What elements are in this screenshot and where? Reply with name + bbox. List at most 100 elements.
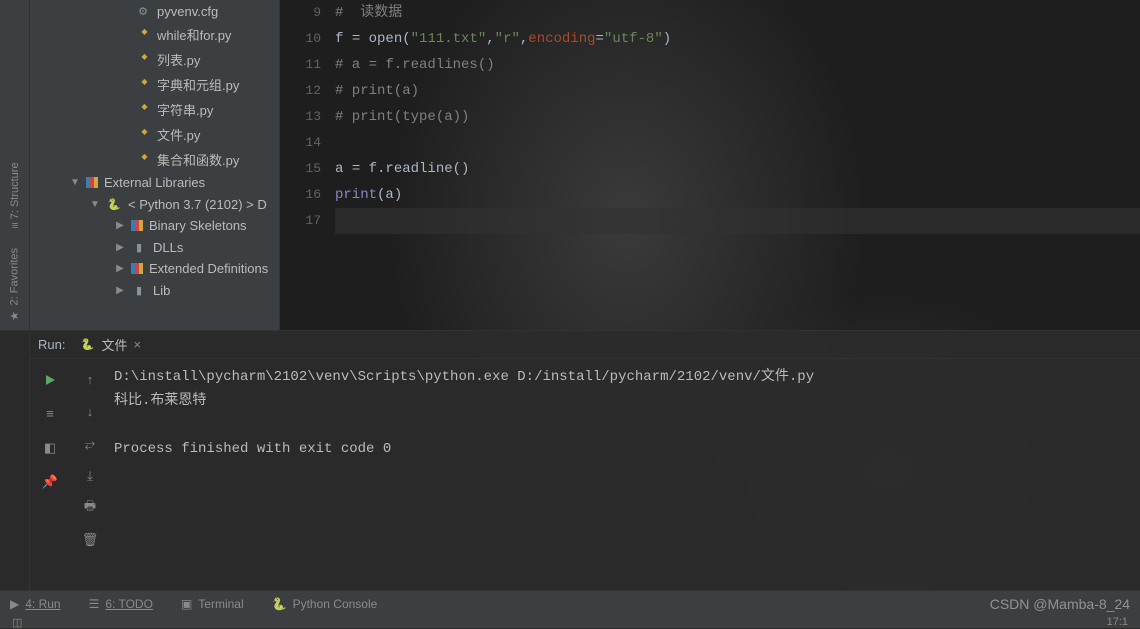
library-icon — [86, 177, 98, 188]
run-console-output[interactable]: D:\install\pycharm\2102\venv\Scripts\pyt… — [110, 359, 1140, 590]
line-number[interactable]: 16 — [280, 182, 321, 208]
line-number[interactable]: 9 — [280, 0, 321, 26]
tree-folder-item[interactable]: ▶ ▮ Lib — [30, 279, 279, 301]
tree-label: Lib — [153, 283, 170, 298]
run-toolbar-left2: ↑ ↓ ⥂ ⤓ 🖶 🗑 — [70, 359, 110, 590]
folder-icon: ▮ — [131, 239, 147, 255]
tree-folder-item[interactable]: ▶Extended Definitions — [30, 258, 279, 279]
run-label: Run: — [38, 337, 65, 352]
line-number[interactable]: 11 — [280, 52, 321, 78]
todo-toolwindow-button[interactable]: ☰6: TODO — [89, 597, 153, 611]
print-button[interactable]: 🖶 — [79, 497, 101, 519]
tree-label: < Python 3.7 (2102) > D — [128, 197, 267, 212]
library-icon — [131, 220, 143, 231]
code-line[interactable]: # a = f.readlines() — [335, 52, 1140, 78]
chevron-right-icon: ▶ — [115, 220, 125, 231]
external-libraries-node[interactable]: ▼ External Libraries — [30, 172, 279, 193]
code-line[interactable]: # 读数据 — [335, 0, 1140, 26]
terminal-toolwindow-button[interactable]: ▣Terminal — [181, 597, 244, 611]
favorites-toolwindow-button[interactable]: ★2: Favorites — [8, 248, 21, 322]
code-line[interactable]: # print(type(a)) — [335, 104, 1140, 130]
cfg-icon: ⚙ — [135, 3, 151, 19]
tree-file-item[interactable]: 文件.py — [30, 122, 279, 147]
run-toolwindow-button[interactable]: ▶4: Run — [10, 597, 61, 611]
line-number[interactable]: 13 — [280, 104, 321, 130]
up-arrow-icon[interactable]: ↑ — [79, 369, 101, 391]
run-tab-label: 文件 — [101, 335, 127, 354]
code-line[interactable] — [335, 130, 1140, 156]
tree-file-item[interactable]: 字符串.py — [30, 97, 279, 122]
py-icon — [135, 52, 151, 68]
caret-position: 17:1 — [1107, 616, 1128, 628]
window-icon[interactable]: ◫ — [12, 616, 22, 629]
code-editor[interactable]: 91011121314151617 # 读数据f = open("111.txt… — [280, 0, 1140, 330]
tree-label: 集合和函数.py — [157, 150, 239, 169]
code-line[interactable] — [335, 208, 1140, 234]
stop-button[interactable]: ≡ — [39, 403, 61, 425]
tree-label: 文件.py — [157, 125, 200, 144]
terminal-icon: ▣ — [181, 597, 192, 611]
close-icon[interactable]: × — [133, 337, 141, 352]
soft-wrap-button[interactable]: ⥂ — [79, 433, 101, 455]
tree-label: while和for.py — [157, 25, 231, 44]
tree-label: pyvenv.cfg — [157, 4, 218, 19]
editor-content[interactable]: # 读数据f = open("111.txt","r",encoding="ut… — [335, 0, 1140, 330]
structure-toolwindow-button[interactable]: ≡7: Structure — [9, 162, 21, 229]
tree-file-item[interactable]: ⚙ pyvenv.cfg — [30, 0, 279, 22]
play-icon: ▶ — [10, 597, 19, 611]
line-number[interactable]: 12 — [280, 78, 321, 104]
tree-label: 字典和元组.py — [157, 75, 239, 94]
code-line[interactable]: a = f.readline() — [335, 156, 1140, 182]
code-line[interactable]: f = open("111.txt","r",encoding="utf-8") — [335, 26, 1140, 52]
chevron-right-icon: ▶ — [115, 242, 125, 253]
library-icon — [131, 263, 143, 274]
editor-gutter[interactable]: 91011121314151617 — [280, 0, 335, 330]
tree-label: External Libraries — [104, 175, 205, 190]
scroll-to-end-button[interactable]: ⤓ — [79, 465, 101, 487]
python-icon: 🐍 — [106, 196, 122, 212]
run-header: Run: 🐍 文件 × — [30, 331, 1140, 359]
run-tool-window: Run: 🐍 文件 × ≡ ◧ 📌 ↑ ↓ — [0, 330, 1140, 590]
down-arrow-icon[interactable]: ↓ — [79, 401, 101, 423]
line-number[interactable]: 14 — [280, 130, 321, 156]
status-bar: ◫ 17:1 — [0, 616, 1140, 628]
run-tab[interactable]: 🐍 文件 × — [73, 333, 147, 356]
run-toolbar-left: ≡ ◧ 📌 — [30, 359, 70, 590]
tree-label: 字符串.py — [157, 100, 213, 119]
tree-label: 列表.py — [157, 50, 200, 69]
line-number[interactable]: 10 — [280, 26, 321, 52]
python-interpreter-node[interactable]: ▼ 🐍 < Python 3.7 (2102) > D — [30, 193, 279, 215]
chevron-down-icon: ▼ — [70, 177, 80, 188]
watermark: CSDN @Mamba-8_24 — [990, 596, 1130, 612]
py-icon — [135, 152, 151, 168]
bottom-tool-bar: ▶4: Run ☰6: TODO ▣Terminal 🐍Python Conso… — [0, 590, 1140, 616]
tree-label: Binary Skeletons — [149, 218, 247, 233]
rerun-button[interactable] — [39, 369, 61, 391]
tree-file-item[interactable]: 集合和函数.py — [30, 147, 279, 172]
python-console-button[interactable]: 🐍Python Console — [272, 597, 378, 611]
clear-all-button[interactable]: 🗑 — [79, 529, 101, 551]
chevron-right-icon: ▶ — [115, 263, 125, 274]
python-icon: 🐍 — [79, 336, 95, 352]
py-icon — [135, 27, 151, 43]
tree-file-item[interactable]: 列表.py — [30, 47, 279, 72]
project-tree[interactable]: ⚙ pyvenv.cfg while和for.py 列表.py 字典和元组.py 字符串.… — [30, 0, 280, 330]
code-line[interactable]: print(a) — [335, 182, 1140, 208]
chevron-right-icon: ▶ — [115, 285, 125, 296]
tree-file-item[interactable]: 字典和元组.py — [30, 72, 279, 97]
folder-icon: ▮ — [131, 282, 147, 298]
layout-button[interactable]: ◧ — [39, 437, 61, 459]
chevron-down-icon: ▼ — [90, 199, 100, 210]
python-icon: 🐍 — [272, 597, 287, 611]
py-icon — [135, 127, 151, 143]
pin-button[interactable]: 📌 — [39, 471, 61, 493]
tree-file-item[interactable]: while和for.py — [30, 22, 279, 47]
tree-folder-item[interactable]: ▶ Binary Skeletons — [30, 215, 279, 236]
tree-label: DLLs — [153, 240, 183, 255]
py-icon — [135, 102, 151, 118]
code-line[interactable]: # print(a) — [335, 78, 1140, 104]
py-icon — [135, 77, 151, 93]
line-number[interactable]: 15 — [280, 156, 321, 182]
tree-folder-item[interactable]: ▶ ▮ DLLs — [30, 236, 279, 258]
line-number[interactable]: 17 — [280, 208, 321, 234]
